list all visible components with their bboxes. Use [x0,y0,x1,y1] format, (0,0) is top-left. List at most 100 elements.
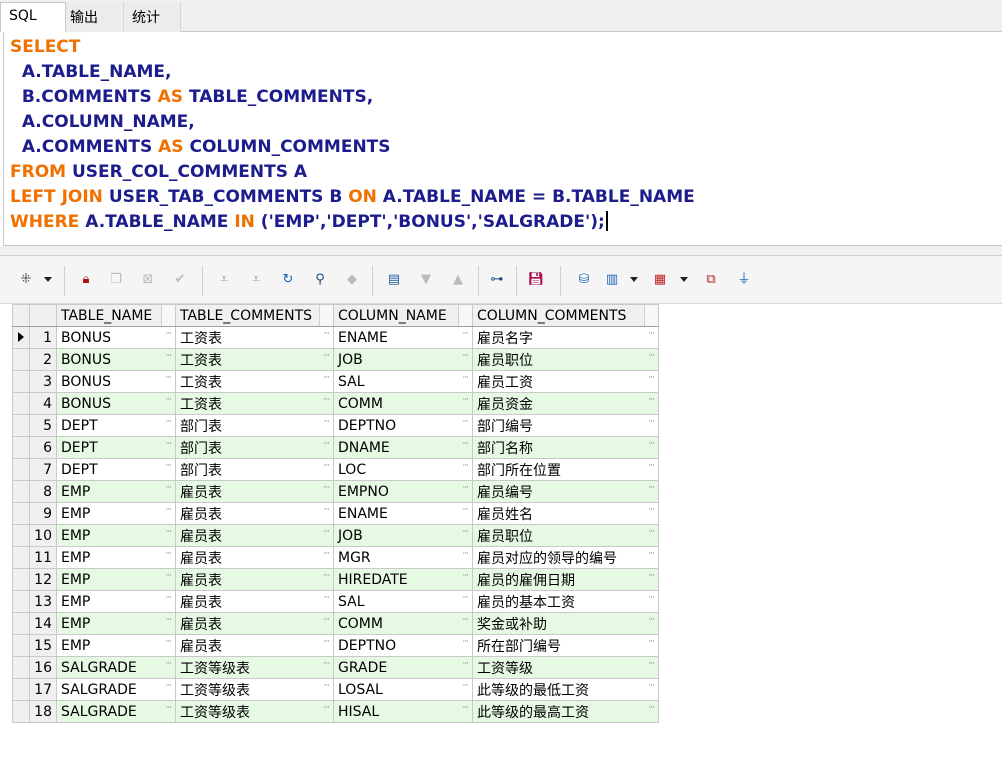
grid-cell[interactable]: 部门表 ··· [175,458,334,481]
cell-ellipsis-icon[interactable]: ··· [323,681,330,691]
row-number[interactable]: 3 [29,370,57,393]
grid-cell[interactable]: EMP ··· [56,590,176,613]
cell-ellipsis-icon[interactable]: ··· [323,417,330,427]
row-number[interactable]: 2 [29,348,57,371]
cell-ellipsis-icon[interactable]: ··· [462,505,469,515]
grid-cell[interactable]: 部门表 ··· [175,436,334,459]
cell-ellipsis-icon[interactable]: ··· [323,527,330,537]
row-indicator[interactable] [12,700,30,723]
chart-icon[interactable]: ▥ [604,272,620,288]
grid-cell[interactable]: 部门所在位置 ··· [472,458,659,481]
row-indicator[interactable] [12,436,30,459]
row-number[interactable]: 11 [29,546,57,569]
cell-ellipsis-icon[interactable]: ··· [165,571,172,581]
grid-cell[interactable]: 雇员对应的领导的编号 ··· [472,546,659,569]
grid-cell[interactable]: 雇员表 ··· [175,612,334,635]
grid-cell[interactable]: 部门表 ··· [175,414,334,437]
cell-ellipsis-icon[interactable]: ··· [462,329,469,339]
grid-cell[interactable]: 工资等级表 ··· [175,678,334,701]
cell-ellipsis-icon[interactable]: ··· [323,659,330,669]
grid-cell[interactable]: 雇员的雇佣日期 ··· [472,568,659,591]
cell-ellipsis-icon[interactable]: ··· [648,549,655,559]
table-row[interactable]: 11 EMP ··· 雇员表 ··· MGR ··· 雇员对应的领导的编号 ··· [12,546,659,569]
grid-cell[interactable]: ENAME ··· [333,326,473,349]
cell-ellipsis-icon[interactable]: ··· [165,351,172,361]
column-header-column-comments[interactable]: COLUMN_COMMENTS [472,304,659,327]
row-number[interactable]: 6 [29,436,57,459]
cell-ellipsis-icon[interactable]: ··· [462,483,469,493]
table-row[interactable]: 9 EMP ··· 雇员表 ··· ENAME ··· 雇员姓名 ··· [12,502,659,525]
tab-statistics[interactable]: 统计 [124,2,181,32]
row-indicator[interactable] [12,480,30,503]
grid-cell[interactable]: HISAL ··· [333,700,473,723]
cell-ellipsis-icon[interactable]: ··· [165,615,172,625]
cell-ellipsis-icon[interactable]: ··· [462,417,469,427]
cell-ellipsis-icon[interactable]: ··· [323,549,330,559]
cell-ellipsis-icon[interactable]: ··· [462,681,469,691]
grid-cell[interactable]: 工资表 ··· [175,392,334,415]
cell-ellipsis-icon[interactable]: ··· [323,373,330,383]
cell-ellipsis-icon[interactable]: ··· [462,439,469,449]
cell-ellipsis-icon[interactable]: ··· [165,593,172,603]
grid-cell[interactable]: BONUS ··· [56,326,176,349]
grid-cell[interactable]: JOB ··· [333,348,473,371]
column-header-column-name[interactable]: COLUMN_NAME [333,304,473,327]
cell-ellipsis-icon[interactable]: ··· [648,439,655,449]
grid-cell[interactable]: 雇员表 ··· [175,546,334,569]
table-row[interactable]: 16 SALGRADE ··· 工资等级表 ··· GRADE ··· 工资等级 ··· [12,656,659,679]
table-row[interactable]: 1 BONUS ··· 工资表 ··· ENAME ··· 雇员名字 ··· [12,326,659,349]
row-number[interactable]: 14 [29,612,57,635]
grid-cell[interactable]: SALGRADE ··· [56,678,176,701]
table-row[interactable]: 7 DEPT ··· 部门表 ··· LOC ··· 部门所在位置 ··· [12,458,659,481]
cell-ellipsis-icon[interactable]: ··· [323,461,330,471]
grid-cell[interactable]: EMP ··· [56,524,176,547]
grid-cell[interactable]: LOC ··· [333,458,473,481]
grid-cell[interactable]: DEPTNO ··· [333,414,473,437]
grid-cell[interactable]: 此等级的最低工资 ··· [472,678,659,701]
grid-cell[interactable]: BONUS ··· [56,392,176,415]
grid-cell[interactable]: 工资等级 ··· [472,656,659,679]
grid-cell[interactable]: COMM ··· [333,612,473,635]
row-number[interactable]: 1 [29,326,57,349]
cell-ellipsis-icon[interactable]: ··· [648,329,655,339]
cell-ellipsis-icon[interactable]: ··· [648,703,655,713]
grid-cell[interactable]: DEPTNO ··· [333,634,473,657]
grid-cell[interactable]: BONUS ··· [56,370,176,393]
row-indicator[interactable] [12,678,30,701]
table-row[interactable]: 3 BONUS ··· 工资表 ··· SAL ··· 雇员工资 ··· [12,370,659,393]
row-number[interactable]: 7 [29,458,57,481]
clear-icon[interactable]: ◆ [344,272,360,288]
row-indicator[interactable] [12,634,30,657]
grid-cell[interactable]: 雇员表 ··· [175,524,334,547]
link-icon[interactable]: ⊶ [489,272,505,288]
grid-cell[interactable]: 工资等级表 ··· [175,656,334,679]
query-icon[interactable]: ⛁ [576,272,592,288]
tab-output[interactable]: 输出 [66,2,124,32]
grid-cell[interactable]: EMP ··· [56,568,176,591]
cell-ellipsis-icon[interactable]: ··· [165,505,172,515]
grid-cell[interactable]: ENAME ··· [333,502,473,525]
row-number[interactable]: 9 [29,502,57,525]
grid-cell[interactable]: 部门名称 ··· [472,436,659,459]
row-indicator[interactable] [12,590,30,613]
table-row[interactable]: 12 EMP ··· 雇员表 ··· HIREDATE ··· 雇员的雇佣日期 ··· [12,568,659,591]
grid-cell[interactable]: SALGRADE ··· [56,656,176,679]
cell-ellipsis-icon[interactable]: ··· [462,571,469,581]
row-number[interactable]: 18 [29,700,57,723]
grid-cell[interactable]: JOB ··· [333,524,473,547]
grid-cell[interactable]: 雇员表 ··· [175,568,334,591]
cell-ellipsis-icon[interactable]: ··· [648,373,655,383]
lock-icon[interactable]: 🔒︎ [78,272,94,288]
cell-ellipsis-icon[interactable]: ··· [462,703,469,713]
grid-cell[interactable]: EMP ··· [56,546,176,569]
grid-cell[interactable]: SAL ··· [333,590,473,613]
table-row[interactable]: 14 EMP ··· 雇员表 ··· COMM ··· 奖金或补助 ··· [12,612,659,635]
grid-cell[interactable]: SALGRADE ··· [56,700,176,723]
grid-cell[interactable]: 工资等级表 ··· [175,700,334,723]
cell-ellipsis-icon[interactable]: ··· [462,549,469,559]
grid-cell[interactable]: LOSAL ··· [333,678,473,701]
cell-ellipsis-icon[interactable]: ··· [165,439,172,449]
cell-ellipsis-icon[interactable]: ··· [165,703,172,713]
table-row[interactable]: 2 BONUS ··· 工资表 ··· JOB ··· 雇员职位 ··· [12,348,659,371]
chevron-down-icon[interactable] [680,277,688,282]
